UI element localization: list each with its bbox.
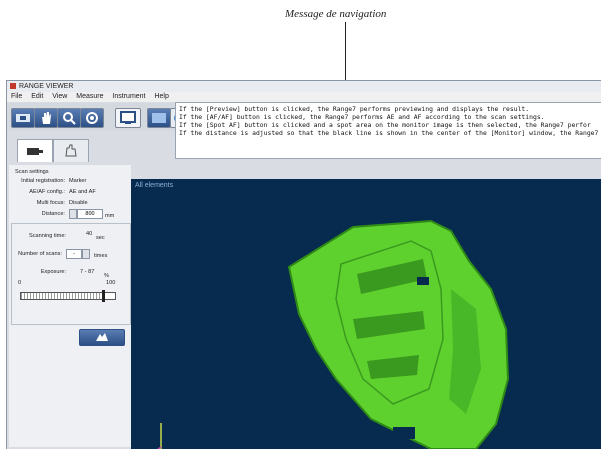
- message-line: If the [Spot AF] button is clicked and a…: [179, 121, 591, 129]
- message-line: If the distance is adjusted so that the …: [179, 129, 599, 137]
- tab-hand[interactable]: [53, 139, 89, 162]
- rotate-icon[interactable]: [80, 108, 104, 128]
- monitor-icon[interactable]: [115, 108, 141, 128]
- exposure-slider[interactable]: [20, 290, 116, 302]
- initial-registration-value: Marker: [69, 178, 87, 184]
- aeaf-config-value: AE and AF: [69, 189, 96, 195]
- exposure-slider-thumb[interactable]: [101, 290, 105, 302]
- navigation-message-callout: Message de navigation: [285, 8, 387, 20]
- menu-file[interactable]: File: [11, 93, 22, 100]
- aeaf-config-label: AE/AF config.:: [29, 189, 65, 195]
- scan-settings-panel: Scan settings Initial registration: Mark…: [9, 165, 131, 447]
- message-line: If the [Preview] button is clicked, the …: [179, 105, 530, 113]
- slider-min-label: 0: [18, 280, 22, 286]
- menu-edit[interactable]: Edit: [31, 93, 43, 100]
- scan-model-view: [157, 219, 510, 449]
- scanning-time-value: 40: [86, 231, 93, 237]
- scan-settings-header: Scan settings: [15, 169, 49, 175]
- model-hole-2: [417, 277, 429, 285]
- distance-unit: mm: [105, 213, 115, 219]
- distance-stepper[interactable]: [69, 209, 77, 219]
- scanning-time-unit: sec: [96, 235, 105, 241]
- hand-tab-icon: [65, 144, 77, 157]
- exposure-slider-fill: [21, 293, 103, 299]
- zoom-icon[interactable]: [57, 108, 81, 128]
- scanner-tab-icon: [27, 148, 43, 155]
- number-of-scans-field[interactable]: -: [66, 249, 82, 259]
- menu-measure[interactable]: Measure: [76, 93, 103, 100]
- distance-label: Distance:: [41, 211, 65, 217]
- menu-instrument[interactable]: Instrument: [112, 93, 145, 100]
- distance-field[interactable]: 800: [77, 209, 103, 219]
- message-line: If the [AF/AF] button is clicked, the Ra…: [179, 113, 545, 121]
- number-of-scans-unit: times: [94, 253, 108, 259]
- scan-icon[interactable]: [11, 108, 35, 128]
- model-hole-1: [393, 427, 415, 439]
- title-bar: RANGE VIEWER: [7, 81, 601, 92]
- multi-focus-label: Multi focus:: [36, 200, 65, 206]
- exposure-section: Scanning time: 40 sec Number of scans: -…: [11, 223, 131, 325]
- exposure-label: Exposure:: [40, 269, 66, 275]
- menu-view[interactable]: View: [52, 93, 67, 100]
- menu-help[interactable]: Help: [154, 93, 168, 100]
- app-icon: [10, 83, 16, 90]
- scanned-part-model: [287, 219, 510, 449]
- range-viewer-window: RANGE VIEWER File Edit View Measure Inst…: [6, 80, 601, 449]
- scan-start-button[interactable]: [79, 329, 125, 346]
- window-title: RANGE VIEWER: [19, 83, 74, 90]
- slider-max-label: 100: [106, 280, 116, 286]
- exposure-unit: %: [104, 273, 109, 279]
- scan-start-icon: [96, 333, 108, 341]
- scanning-time-label: Scanning time:: [28, 233, 66, 239]
- navigation-message-box: If the [Preview] button is clicked, the …: [175, 102, 601, 159]
- hand-icon[interactable]: [34, 108, 58, 128]
- initial-registration-label: Initial registration:: [21, 178, 65, 184]
- number-of-scans-dropdown[interactable]: [82, 249, 90, 259]
- multi-focus-value: Disable: [69, 200, 88, 206]
- settings-icon[interactable]: [147, 108, 171, 128]
- 3d-viewport[interactable]: All elements: [131, 179, 601, 449]
- exposure-value: 7 - 87: [80, 269, 95, 275]
- number-of-scans-label: Number of scans:: [18, 251, 62, 257]
- menu-bar: File Edit View Measure Instrument Help: [7, 92, 601, 102]
- tab-scan[interactable]: [17, 139, 53, 162]
